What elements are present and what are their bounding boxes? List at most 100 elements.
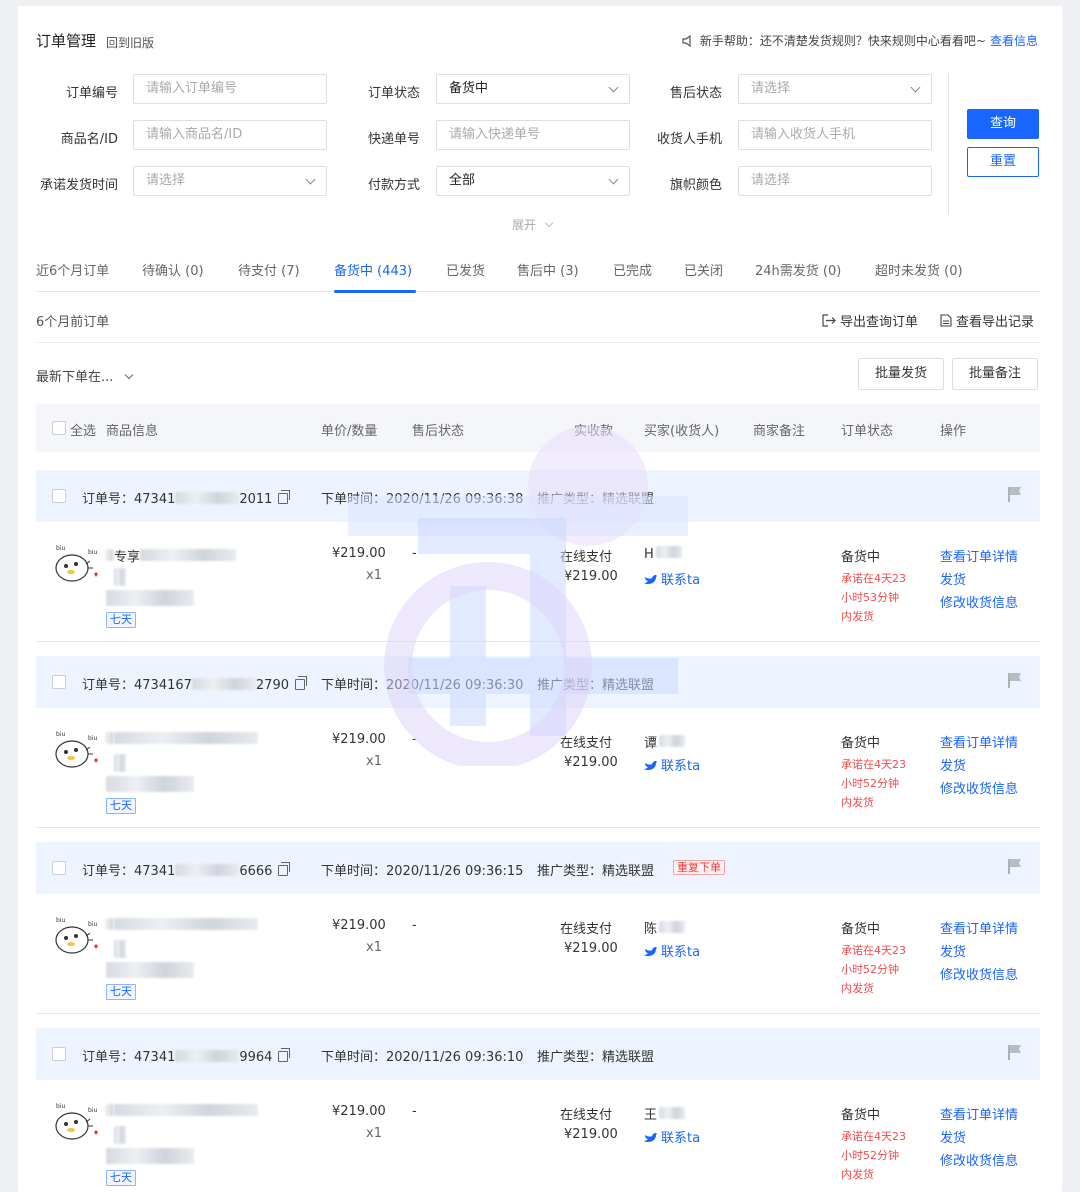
copy-icon[interactable] bbox=[278, 862, 291, 876]
tab-recent-6-months[interactable]: 近6个月订单 bbox=[36, 260, 109, 279]
header-actions: 操作 bbox=[940, 424, 967, 439]
older-orders-link[interactable]: 6个月前订单 bbox=[36, 311, 109, 330]
order-checkbox[interactable] bbox=[52, 489, 66, 503]
masked-digits bbox=[175, 492, 240, 504]
bird-icon bbox=[644, 574, 657, 584]
product-input[interactable]: 请输入商品名/ID bbox=[133, 120, 327, 150]
order-management-card: 订单管理 回到旧版 新手帮助：还不清楚发货规则？快来规则中心看看吧~ 查看信息 … bbox=[18, 6, 1062, 1192]
copy-icon[interactable] bbox=[295, 676, 307, 690]
contact-buyer-link[interactable]: 联系ta bbox=[644, 1127, 700, 1146]
express-label: 快递单号 bbox=[367, 132, 420, 147]
view-export-button[interactable]: 查看导出记录 bbox=[940, 311, 1034, 330]
view-order-detail-link[interactable]: 查看订单详情 bbox=[940, 732, 1018, 751]
ship-link[interactable]: 发货 bbox=[940, 569, 966, 588]
order-tabs: 近6个月订单 待确认 (0) 待支付 (7) 备货中 (443) 已发货 售后中… bbox=[36, 260, 1040, 293]
unit-price: ¥219.00 bbox=[332, 732, 386, 747]
ship-link[interactable]: 发货 bbox=[940, 1127, 966, 1146]
tab-after-sale[interactable]: 售后中 (3) bbox=[517, 260, 579, 279]
flag-color-label: 旗帜颜色 bbox=[669, 178, 722, 193]
flag-icon[interactable] bbox=[1008, 672, 1022, 688]
masked-text bbox=[114, 754, 126, 772]
svg-text:biu: biu bbox=[88, 549, 97, 556]
view-order-detail-link[interactable]: 查看订单详情 bbox=[940, 918, 1018, 937]
phone-input[interactable]: 请输入收货人手机 bbox=[738, 120, 932, 150]
express-input[interactable]: 请输入快递单号 bbox=[436, 120, 630, 150]
edit-address-link[interactable]: 修改收货信息 bbox=[940, 1150, 1018, 1169]
paid-amount: ¥219.00 bbox=[564, 941, 618, 956]
order-no-label: 订单编号 bbox=[65, 86, 118, 101]
select-all-checkbox[interactable] bbox=[52, 421, 66, 435]
export-query-button[interactable]: 导出查询订单 bbox=[822, 311, 918, 330]
copy-icon[interactable] bbox=[278, 490, 291, 504]
ship-link[interactable]: 发货 bbox=[940, 941, 966, 960]
order-number: 订单号：4734167 2790 bbox=[82, 674, 307, 693]
contact-buyer-link[interactable]: 联系ta bbox=[644, 941, 700, 960]
batch-note-button[interactable]: 批量备注 bbox=[952, 358, 1038, 390]
order-checkbox[interactable] bbox=[52, 675, 66, 689]
flag-color-select[interactable]: 请选择 bbox=[738, 166, 932, 196]
masked-text bbox=[106, 549, 114, 561]
svg-text:biu: biu bbox=[56, 731, 65, 738]
order-checkbox[interactable] bbox=[52, 1047, 66, 1061]
tab-pending-confirm[interactable]: 待确认 (0) bbox=[142, 260, 204, 279]
promo-type: 推广类型：精选联盟 bbox=[537, 864, 655, 879]
tab-closed[interactable]: 已关闭 bbox=[684, 260, 723, 279]
order-checkbox[interactable] bbox=[52, 861, 66, 875]
flag-icon[interactable] bbox=[1008, 486, 1022, 502]
header-paid: 实收款 bbox=[574, 424, 614, 439]
pay-method-select[interactable]: 全部 bbox=[436, 166, 630, 196]
order-status-select[interactable]: 备货中 bbox=[436, 74, 630, 104]
ship-link[interactable]: 发货 bbox=[940, 755, 966, 774]
promise-line-1: 承诺在4天23 bbox=[841, 758, 906, 771]
edit-address-link[interactable]: 修改收货信息 bbox=[940, 964, 1018, 983]
tab-overdue[interactable]: 超时未发货 (0) bbox=[875, 260, 963, 279]
quantity: x1 bbox=[366, 568, 382, 583]
expand-toggle[interactable]: 展开 bbox=[512, 216, 554, 233]
help-link[interactable]: 查看信息 bbox=[990, 32, 1038, 49]
promise-line-2: 小时52分钟 bbox=[841, 1149, 899, 1162]
tab-pending-payment[interactable]: 待支付 (7) bbox=[238, 260, 300, 279]
buyer-name-text: 陈 bbox=[644, 922, 658, 937]
phone-label: 收货人手机 bbox=[656, 132, 722, 147]
product-thumbnail: biu biu bbox=[55, 731, 98, 768]
sort-dropdown[interactable]: 最新下单在... bbox=[36, 366, 133, 385]
reset-button[interactable]: 重置 bbox=[967, 147, 1039, 177]
batch-ship-button[interactable]: 批量发货 bbox=[858, 358, 944, 390]
expand-label: 展开 bbox=[512, 218, 537, 232]
quantity: x1 bbox=[366, 754, 382, 769]
promise-time-select[interactable]: 请选择 bbox=[133, 166, 327, 196]
edit-address-link[interactable]: 修改收货信息 bbox=[940, 592, 1018, 611]
buyer-name: 谭 bbox=[644, 732, 686, 751]
svg-text:biu: biu bbox=[88, 921, 97, 928]
tab-completed[interactable]: 已完成 bbox=[613, 260, 652, 279]
order-status: 备货中 bbox=[841, 922, 881, 937]
order-no-input[interactable]: 请输入订单编号 bbox=[133, 74, 327, 104]
flag-icon[interactable] bbox=[1008, 1044, 1022, 1060]
tab-shipped[interactable]: 已发货 bbox=[446, 260, 485, 279]
promise-line-2: 小时52分钟 bbox=[841, 777, 899, 790]
header-after-sale: 售后状态 bbox=[412, 424, 465, 439]
tab-24h-ship[interactable]: 24h需发货 (0) bbox=[755, 260, 841, 279]
after-sale-select[interactable]: 请选择 bbox=[738, 74, 932, 104]
contact-label: 联系ta bbox=[661, 573, 701, 588]
seven-day-tag: 七天 bbox=[106, 984, 136, 1000]
copy-icon[interactable] bbox=[278, 1048, 291, 1062]
masked-text bbox=[106, 918, 114, 930]
edit-address-link[interactable]: 修改收货信息 bbox=[940, 778, 1018, 797]
tab-stocking[interactable]: 备货中 (443) bbox=[334, 260, 412, 279]
query-button[interactable]: 查询 bbox=[967, 109, 1039, 139]
order-number: 订单号：47341 9964 bbox=[82, 1046, 291, 1065]
paid-amount: ¥219.00 bbox=[564, 755, 618, 770]
order-number-prefix: 订单号：47341 bbox=[82, 1050, 176, 1065]
quantity: x1 bbox=[366, 940, 382, 955]
contact-buyer-link[interactable]: 联系ta bbox=[644, 755, 700, 774]
view-order-detail-link[interactable]: 查看订单详情 bbox=[940, 546, 1018, 565]
view-order-detail-link[interactable]: 查看订单详情 bbox=[940, 1104, 1018, 1123]
contact-buyer-link[interactable]: 联系ta bbox=[644, 569, 700, 588]
flag-icon[interactable] bbox=[1008, 858, 1022, 874]
paid-amount: ¥219.00 bbox=[564, 1127, 618, 1142]
unit-price: ¥219.00 bbox=[332, 918, 386, 933]
back-to-old-link[interactable]: 回到旧版 bbox=[106, 34, 154, 51]
order-row: 订单号：47341 9964 下单时间：2020/11/26 09:36:10 推… bbox=[36, 1028, 1040, 1192]
masked-text bbox=[659, 921, 686, 933]
